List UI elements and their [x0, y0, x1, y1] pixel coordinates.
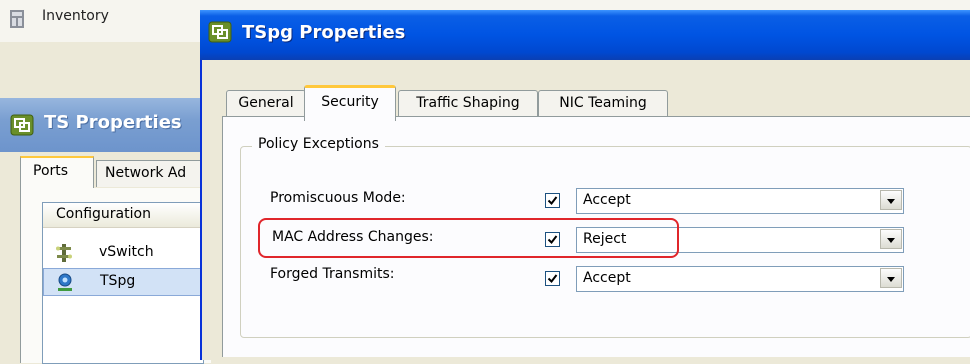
column-header-label: Configuration	[56, 206, 151, 222]
promiscuous-mode-checkbox[interactable]	[545, 193, 560, 208]
policy-exceptions-title: Policy Exceptions	[252, 136, 385, 152]
tab-nic-teaming[interactable]: NIC Teaming	[538, 90, 668, 117]
promiscuous-mode-select[interactable]: Accept	[576, 188, 904, 214]
forged-transmits-value: Accept	[583, 270, 631, 286]
dropdown-button[interactable]	[880, 190, 902, 210]
inventory-icon	[10, 10, 24, 28]
ts-title: TS Properties	[44, 112, 182, 133]
tab-network-adapters-label: Network Ad	[105, 165, 187, 181]
dialog-title: TSpg Properties	[242, 22, 406, 43]
tab-ports[interactable]: Ports	[20, 156, 94, 188]
tab-security[interactable]: Security	[304, 85, 396, 121]
tab-security-label: Security	[321, 94, 379, 110]
forged-transmits-select[interactable]: Accept	[576, 266, 904, 292]
dropdown-button[interactable]	[880, 268, 902, 288]
promiscuous-mode-label: Promiscuous Mode:	[270, 190, 406, 206]
vmware-app-icon	[208, 21, 232, 43]
tab-ports-label: Ports	[33, 163, 69, 179]
vswitch-icon	[55, 243, 73, 263]
list-item-label: TSpg	[100, 273, 136, 289]
tab-network-adapters[interactable]: Network Ad	[96, 160, 208, 187]
forged-transmits-checkbox[interactable]	[545, 271, 560, 286]
chevron-down-icon	[887, 238, 895, 243]
vmware-app-icon	[10, 114, 34, 136]
tab-traffic-shaping-label: Traffic Shaping	[416, 95, 520, 111]
tab-nic-teaming-label: NIC Teaming	[559, 95, 647, 111]
checkmark-icon	[547, 274, 558, 284]
dropdown-button[interactable]	[880, 229, 902, 249]
inventory-label[interactable]: Inventory	[42, 8, 109, 24]
list-item-tspg[interactable]: TSpg	[43, 268, 203, 296]
highlight-annotation	[258, 218, 679, 258]
portgroup-icon	[56, 272, 74, 292]
checkmark-icon	[547, 196, 558, 206]
forged-transmits-label: Forged Transmits:	[270, 266, 395, 282]
tab-general[interactable]: General	[226, 90, 306, 117]
chevron-down-icon	[887, 277, 895, 282]
chevron-down-icon	[887, 199, 895, 204]
promiscuous-mode-value: Accept	[583, 192, 631, 208]
list-item-label: vSwitch	[99, 244, 154, 260]
list-item-vswitch[interactable]: vSwitch	[43, 240, 203, 266]
column-header-configuration[interactable]: Configuration	[43, 203, 203, 228]
tab-traffic-shaping[interactable]: Traffic Shaping	[398, 90, 538, 117]
tab-general-label: General	[238, 95, 294, 111]
